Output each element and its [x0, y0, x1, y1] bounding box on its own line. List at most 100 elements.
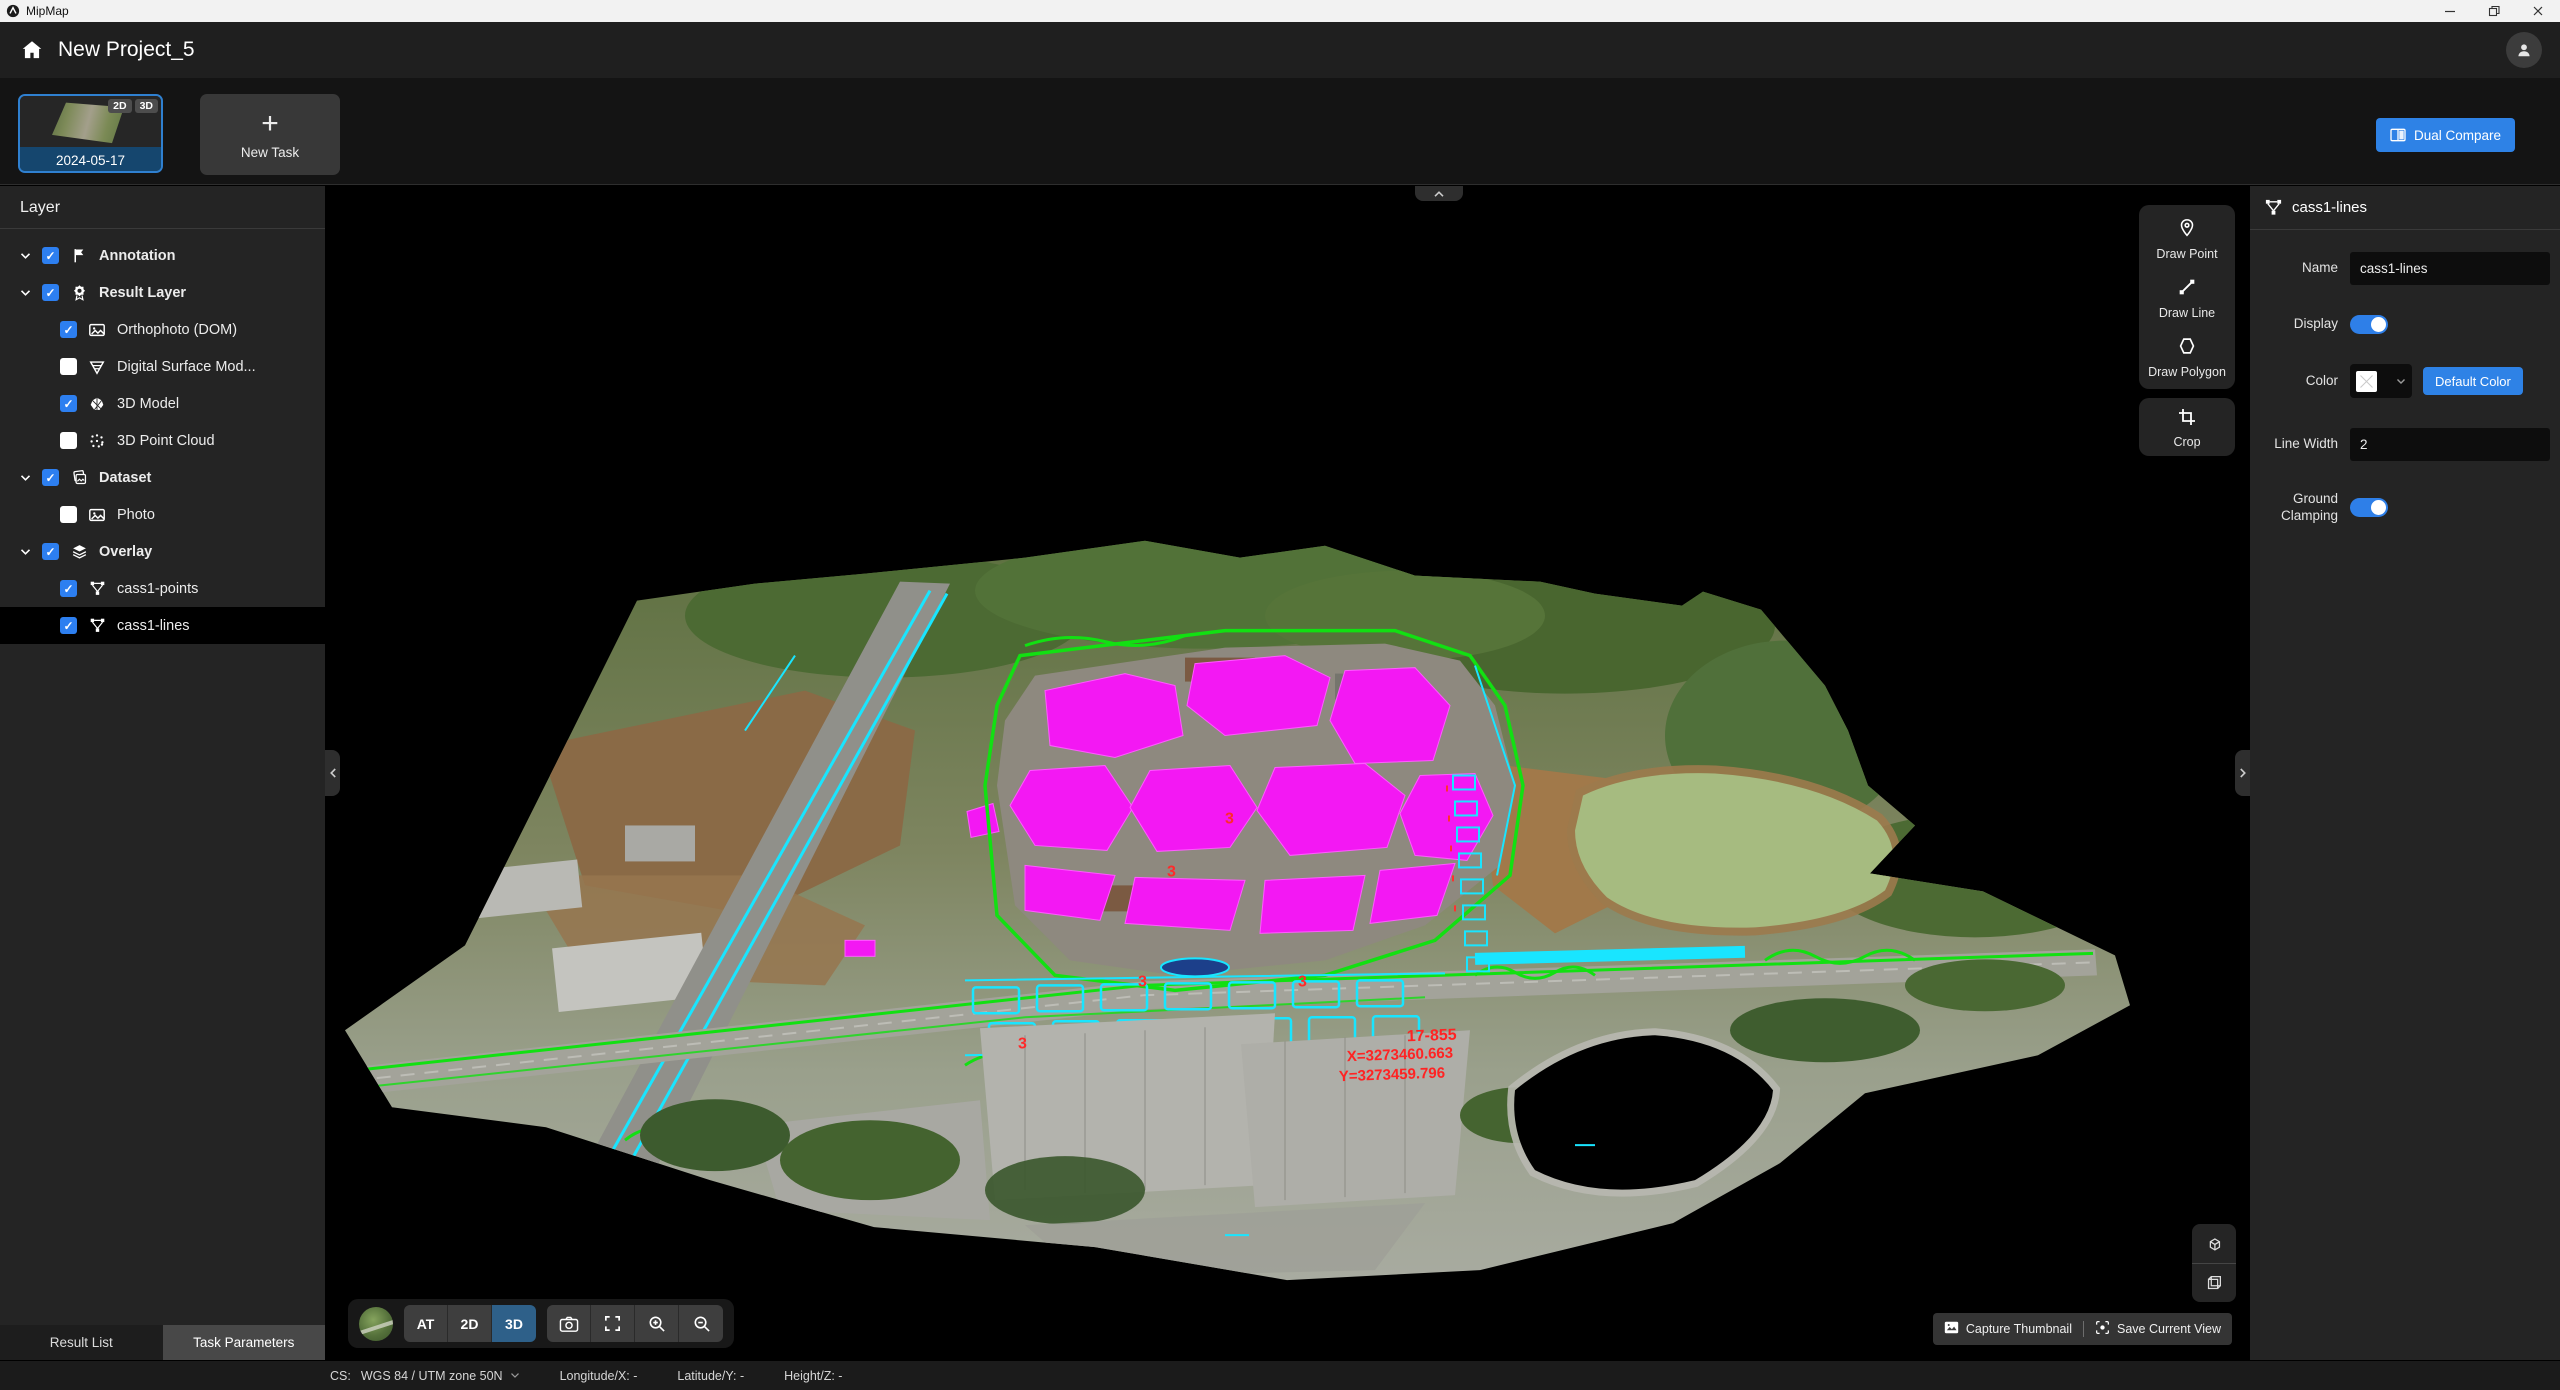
- draw-point-label: Draw Point: [2156, 247, 2217, 261]
- result-layer-checkbox[interactable]: [42, 284, 59, 301]
- properties-title: cass1-lines: [2292, 199, 2367, 216]
- layer-row-dsm[interactable]: Digital Surface Mod...: [0, 348, 325, 385]
- display-label: Display: [2258, 316, 2338, 333]
- dual-compare-button[interactable]: Dual Compare: [2376, 118, 2515, 152]
- layer-row-result-layer[interactable]: Result Layer: [0, 274, 325, 311]
- cass1-lines-checkbox[interactable]: [60, 617, 77, 634]
- properties-panel: cass1-lines Name Display Color Default C…: [2250, 186, 2560, 1360]
- badge-2d: 2D: [108, 99, 131, 113]
- minimap[interactable]: [359, 1307, 393, 1341]
- capture-thumbnail-button[interactable]: Capture Thumbnail: [1944, 1321, 2072, 1337]
- layer-row-annotation[interactable]: Annotation: [0, 237, 325, 274]
- layer-label: 3D Point Cloud: [117, 433, 215, 449]
- badge-3d: 3D: [135, 99, 158, 113]
- maximize-icon[interactable]: [2472, 0, 2516, 22]
- draw-polygon-button[interactable]: Draw Polygon: [2139, 335, 2235, 379]
- view-mode-group: AT 2D 3D: [404, 1305, 536, 1342]
- name-input[interactable]: [2350, 252, 2550, 285]
- 3d-scene[interactable]: 17-855 X=3273460.663 Y=3273459.796 3 3 3…: [325, 186, 2250, 1360]
- collapse-top-handle[interactable]: [1415, 186, 1463, 201]
- overlay-checkbox[interactable]: [42, 543, 59, 560]
- photo-checkbox[interactable]: [60, 506, 77, 523]
- draw-tools-panel: Draw Point Draw Line Draw Polygon: [2139, 205, 2235, 389]
- marker-label: 3: [1298, 973, 1307, 990]
- screenshot-button[interactable]: [547, 1305, 591, 1342]
- annotation-text: 17-855: [1407, 1027, 1457, 1046]
- user-icon[interactable]: [2506, 32, 2542, 68]
- mode-2d-button[interactable]: 2D: [448, 1305, 492, 1342]
- orthophoto-checkbox[interactable]: [60, 321, 77, 338]
- layer-row-dataset[interactable]: Dataset: [0, 459, 325, 496]
- marker-label: 3: [1167, 863, 1176, 880]
- chevron-down-icon: [510, 1372, 520, 1379]
- line-icon: [2176, 276, 2198, 301]
- layer-row-overlay[interactable]: Overlay: [0, 533, 325, 570]
- annotation-checkbox[interactable]: [42, 247, 59, 264]
- zoom-out-icon[interactable]: [679, 1305, 723, 1342]
- mode-3d-button[interactable]: 3D: [492, 1305, 536, 1342]
- minimize-icon[interactable]: [2428, 0, 2472, 22]
- default-color-button[interactable]: Default Color: [2423, 367, 2523, 395]
- dsm-checkbox[interactable]: [60, 358, 77, 375]
- layer-label: Annotation: [99, 248, 176, 264]
- layer-row-3d-model[interactable]: 3D Model: [0, 385, 325, 422]
- marker-label: 3: [1225, 810, 1234, 827]
- layer-label: Result Layer: [99, 285, 186, 301]
- mode-at-button[interactable]: AT: [404, 1305, 448, 1342]
- cs-selector[interactable]: WGS 84 / UTM zone 50N: [361, 1369, 520, 1383]
- chevron-down-icon[interactable]: [18, 548, 32, 556]
- badge-icon: [69, 284, 89, 301]
- save-view-icon: [2095, 1320, 2110, 1338]
- draw-point-button[interactable]: Draw Point: [2139, 217, 2235, 261]
- chevron-down-icon[interactable]: [18, 289, 32, 297]
- cs-value: WGS 84 / UTM zone 50N: [361, 1369, 503, 1383]
- crop-button[interactable]: Crop: [2139, 407, 2235, 449]
- line-width-input[interactable]: [2350, 428, 2550, 461]
- layer-row-cass1-points[interactable]: cass1-points: [0, 570, 325, 607]
- layer-label: Dataset: [99, 470, 151, 486]
- page-title: New Project_5: [58, 38, 195, 62]
- ortho-cube-icon[interactable]: [2192, 1263, 2236, 1302]
- draw-line-button[interactable]: Draw Line: [2139, 276, 2235, 320]
- line-width-row: Line Width: [2258, 428, 2550, 461]
- layer-row-orthophoto[interactable]: Orthophoto (DOM): [0, 311, 325, 348]
- tab-task-parameters[interactable]: Task Parameters: [163, 1325, 326, 1360]
- tab-result-list[interactable]: Result List: [0, 1325, 163, 1360]
- new-task-button[interactable]: + New Task: [200, 94, 340, 175]
- display-toggle[interactable]: [2350, 315, 2388, 334]
- dataset-checkbox[interactable]: [42, 469, 59, 486]
- point-cloud-checkbox[interactable]: [60, 432, 77, 449]
- status-bar: CS: WGS 84 / UTM zone 50N Longitude/X: -…: [0, 1360, 2560, 1390]
- zoom-in-icon[interactable]: [635, 1305, 679, 1342]
- cs-label: CS:: [330, 1369, 351, 1383]
- color-row: Color Default Color: [2258, 364, 2550, 398]
- close-icon[interactable]: [2516, 0, 2560, 22]
- collapse-left-handle[interactable]: [325, 750, 340, 796]
- layer-row-point-cloud[interactable]: 3D Point Cloud: [0, 422, 325, 459]
- latitude-readout: Latitude/Y: -: [677, 1369, 744, 1383]
- home-icon[interactable]: [20, 38, 44, 62]
- task-card[interactable]: 2D 3D 2024-05-17: [18, 94, 163, 173]
- save-current-view-button[interactable]: Save Current View: [2095, 1320, 2221, 1338]
- layer-row-photo[interactable]: Photo: [0, 496, 325, 533]
- layer-label: Overlay: [99, 544, 152, 560]
- task-date: 2024-05-17: [20, 147, 161, 173]
- fit-view-button[interactable]: [591, 1305, 635, 1342]
- layers-icon: [69, 543, 89, 560]
- color-select[interactable]: [2350, 364, 2412, 398]
- display-row: Display: [2258, 315, 2550, 334]
- cass1-points-checkbox[interactable]: [60, 580, 77, 597]
- new-task-label: New Task: [241, 145, 299, 160]
- viewport: 17-855 X=3273460.663 Y=3273459.796 3 3 3…: [325, 186, 2250, 1360]
- chevron-down-icon[interactable]: [18, 474, 32, 482]
- layer-row-cass1-lines[interactable]: cass1-lines: [0, 607, 325, 644]
- chevron-down-icon[interactable]: [18, 252, 32, 260]
- perspective-cube-icon[interactable]: [2192, 1224, 2236, 1263]
- pin-icon: [2176, 217, 2198, 242]
- capture-icon: [1944, 1321, 1959, 1337]
- chevron-down-icon: [2396, 378, 2406, 385]
- collapse-right-handle[interactable]: [2235, 750, 2250, 796]
- ground-clamping-toggle[interactable]: [2350, 498, 2388, 517]
- model-checkbox[interactable]: [60, 395, 77, 412]
- task-bar: 2D 3D 2024-05-17 + New Task Dual Compare: [0, 78, 2560, 185]
